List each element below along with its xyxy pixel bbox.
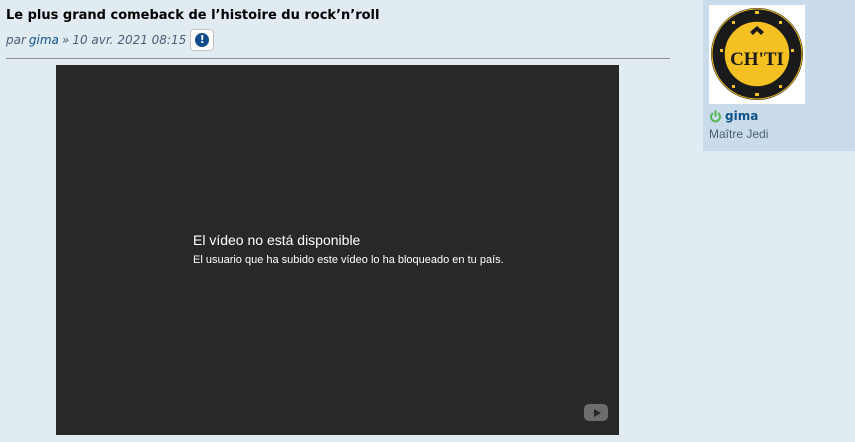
divider [6,58,670,59]
exclamation-icon: ! [195,33,210,47]
svg-text:CH'TI: CH'TI [730,49,784,70]
forum-post: Le plus grand comeback de l’histoire du … [0,0,855,442]
online-power-icon [709,109,722,123]
profile-username[interactable]: gima [725,109,758,123]
profile-username-link[interactable]: gima [709,108,758,124]
post-profile: CH'TI gima Maître Jedi [703,0,855,151]
video-unavailable-subtitle: El usuario que ha subido este vídeo lo h… [193,254,504,266]
meta-prefix: par [6,33,26,47]
youtube-icon[interactable] [584,404,608,421]
report-button[interactable]: ! [190,29,215,51]
post-date: 10 avr. 2021 08:15 [72,33,187,47]
meta-separator: » [61,33,70,47]
post-title[interactable]: Le plus grand comeback de l’histoire du … [6,8,379,23]
post-meta: par gima » 10 avr. 2021 08:15 ! [6,29,215,51]
profile-rank: Maître Jedi [709,127,769,141]
avatar: CH'TI [709,5,805,104]
post-author-link[interactable]: gima [29,33,59,47]
video-embed[interactable]: El vídeo no está disponible El usuario q… [56,65,619,435]
avatar-logo-image: CH'TI [709,5,805,104]
video-unavailable-title: El vídeo no está disponible [193,232,361,248]
video-message: El vídeo no está disponible El usuario q… [193,232,504,267]
